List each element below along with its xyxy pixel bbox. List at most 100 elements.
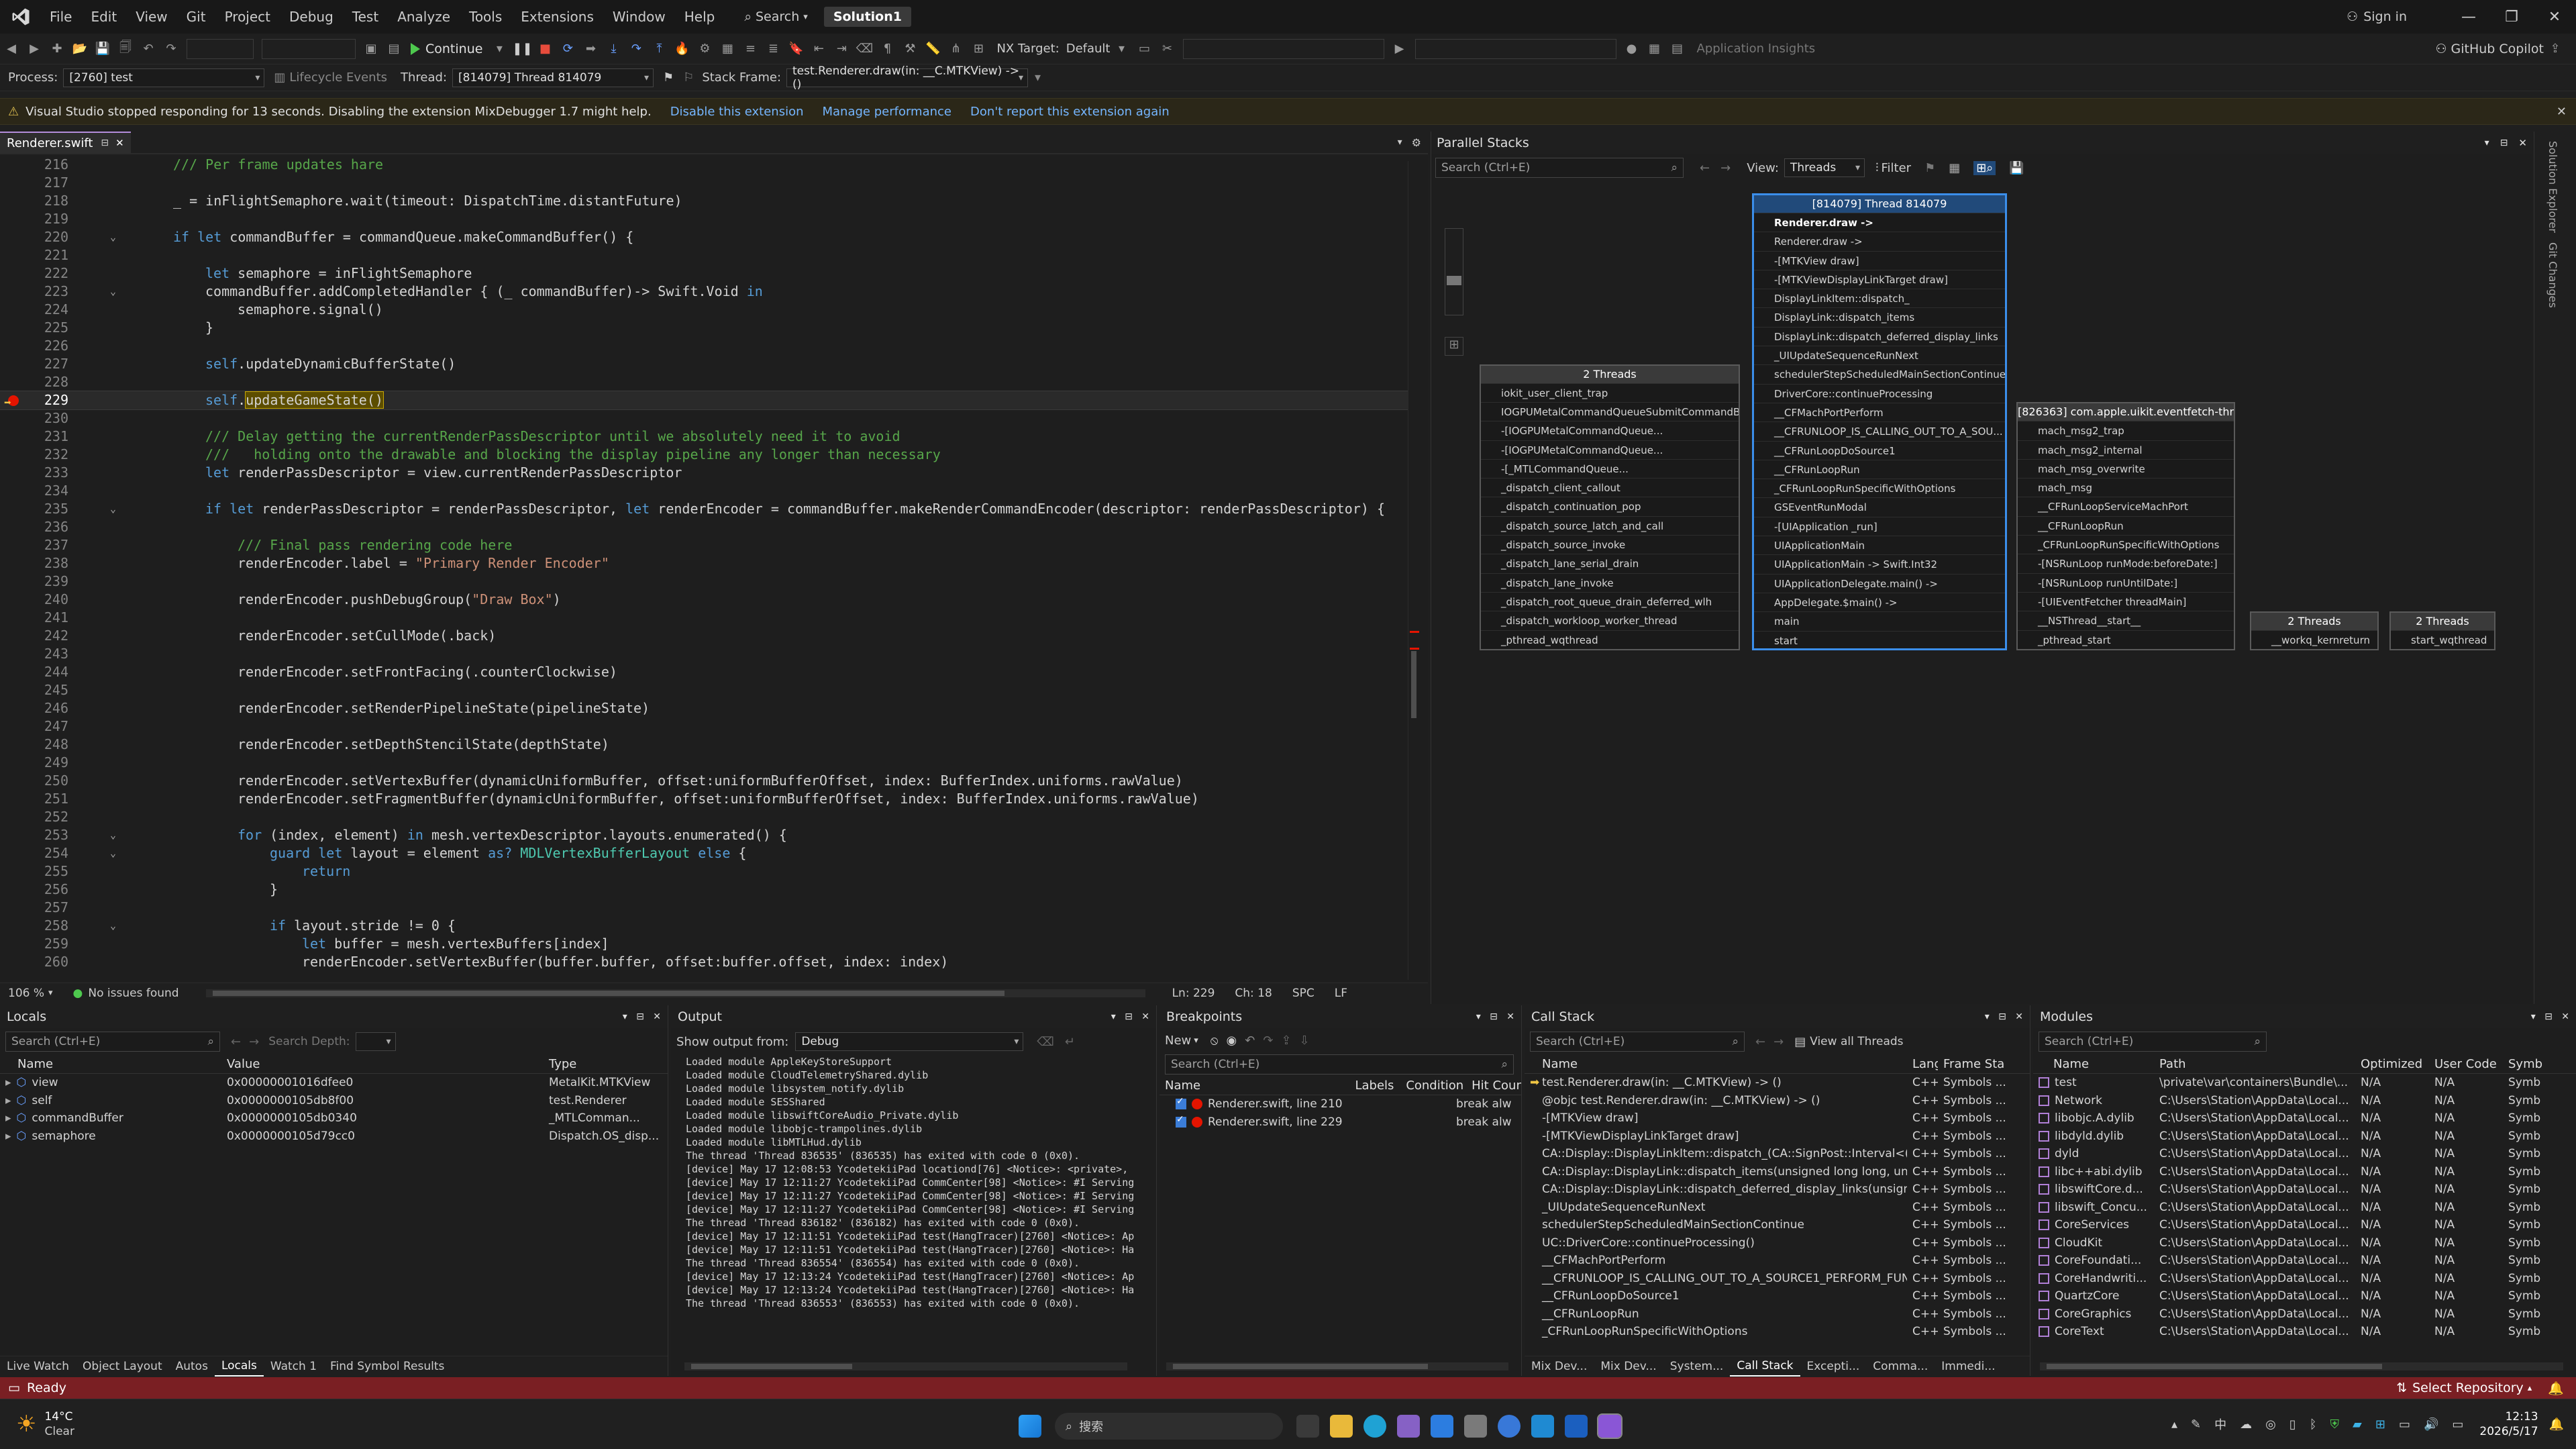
- code-line[interactable]: 218 _ = inFlightSemaphore.wait(timeout: D…: [0, 192, 1409, 210]
- back-icon[interactable]: ←: [1755, 1035, 1765, 1049]
- stack-node-main[interactable]: [814079] Thread 814079 Renderer.draw -> Re…: [1752, 193, 2007, 650]
- modules-h-scrollbar[interactable]: [2040, 1362, 2563, 1370]
- code-line[interactable]: 225}: [0, 319, 1409, 337]
- code-line[interactable]: 240 renderEncoder.pushDebugGroup("Draw Bo…: [0, 591, 1409, 609]
- code-line[interactable]: 242 renderEncoder.setCullMode(.back): [0, 627, 1409, 645]
- code-line[interactable]: 252: [0, 808, 1409, 826]
- volume-icon[interactable]: 🔊: [2424, 1417, 2438, 1432]
- disable-extension-link[interactable]: Disable this extension: [670, 105, 804, 119]
- code-line[interactable]: 244 renderEncoder.setFrontFacing(.counter…: [0, 663, 1409, 681]
- pen-icon[interactable]: ✎: [2191, 1417, 2201, 1432]
- call-stack-row[interactable]: __CFRUNLOOP_IS_CALLING_OUT_TO_A_SOURCE1_…: [1525, 1270, 2030, 1288]
- close-window-button[interactable]: ✕: [2533, 9, 2576, 26]
- pin-icon[interactable]: ⊟: [1125, 1011, 1133, 1022]
- code-line[interactable]: 236: [0, 518, 1409, 536]
- scroll-thumb[interactable]: [2047, 1364, 2382, 1369]
- call-stack-search-input[interactable]: Search (Ctrl+E) ⌕: [1530, 1032, 1745, 1052]
- module-row[interactable]: CoreHandwriti... C:\Users\Station\AppData…: [2033, 1270, 2576, 1288]
- panel-menu-icon[interactable]: ▾: [2485, 138, 2489, 148]
- undo-icon[interactable]: ↶: [141, 42, 156, 56]
- back-icon[interactable]: ←: [231, 1035, 241, 1049]
- menu-analyze[interactable]: Analyze: [388, 0, 460, 34]
- code-line[interactable]: 257: [0, 899, 1409, 917]
- delete-breakpoint-icon[interactable]: ⦸: [1210, 1034, 1219, 1048]
- call-stack-row[interactable]: -[MTKView draw] C++ Symbols ...: [1525, 1109, 2030, 1128]
- forward-icon[interactable]: →: [1773, 1035, 1784, 1049]
- fold-chevron-icon[interactable]: ⌄: [110, 844, 116, 862]
- back-icon[interactable]: ←: [1700, 161, 1710, 175]
- breakpoints-search-input[interactable]: Search (Ctrl+E) ⌕: [1165, 1054, 1514, 1075]
- scroll-thumb[interactable]: [691, 1364, 852, 1369]
- scissor-icon[interactable]: ✂: [1160, 42, 1175, 56]
- taskbar-search[interactable]: ⌕ 搜索: [1055, 1413, 1283, 1440]
- tab-call-stack[interactable]: Call Stack: [1730, 1356, 1800, 1377]
- call-stack-row[interactable]: __CFRunLoopDoSource1 C++ Symbols ...: [1525, 1287, 2030, 1305]
- call-stack-row[interactable]: __CFMachPortPerform C++ Symbols ...: [1525, 1252, 2030, 1270]
- checkbox-checked-icon[interactable]: [1176, 1097, 1186, 1110]
- bluetooth-icon[interactable]: ᛒ: [2310, 1417, 2317, 1432]
- bp-h-scrollbar[interactable]: [1166, 1362, 1508, 1370]
- find-combo[interactable]: [1182, 38, 1384, 59]
- bookmark-icon[interactable]: 🔖: [788, 42, 803, 56]
- code-line[interactable]: 249: [0, 754, 1409, 772]
- module-row[interactable]: QuartzCore C:\Users\Station\AppData\Local…: [2033, 1287, 2576, 1305]
- stack-frame[interactable]: __CFMachPortPerform: [1754, 402, 2005, 421]
- call-stack-row[interactable]: CA::Display::DisplayLink::dispatch_defer…: [1525, 1181, 2030, 1199]
- stack-frame[interactable]: __workq_kernreturn: [2251, 630, 2377, 649]
- flag-thread-icon[interactable]: ⚑: [663, 70, 674, 85]
- pin-icon[interactable]: ⊟: [636, 1011, 644, 1022]
- stack-frame[interactable]: mach_msg: [2018, 478, 2234, 497]
- menu-debug[interactable]: Debug: [280, 0, 343, 34]
- stack-frame[interactable]: DisplayLink::dispatch_items: [1754, 307, 2005, 326]
- weather-icon[interactable]: ☀: [16, 1411, 36, 1438]
- call-stack-row[interactable]: CA::Display::DisplayLink::dispatch_items…: [1525, 1163, 2030, 1181]
- code-line[interactable]: 245: [0, 681, 1409, 699]
- tab-live-watch[interactable]: Live Watch: [0, 1360, 76, 1373]
- minimize-button[interactable]: —: [2447, 9, 2490, 26]
- module-row[interactable]: Network C:\Users\Station\AppData\Local...…: [2033, 1092, 2576, 1110]
- expand-arrow-icon[interactable]: ▸: [5, 1076, 11, 1089]
- close-tab-icon[interactable]: ✕: [115, 137, 124, 149]
- save-image-icon[interactable]: 💾: [2009, 161, 2024, 175]
- share-icon[interactable]: ⇪: [2548, 42, 2563, 56]
- stack-frame[interactable]: -[NSRunLoop runMode:beforeDate:]: [2018, 554, 2234, 572]
- chevron-up-icon[interactable]: ▴: [2528, 1383, 2532, 1393]
- bird-eye-icon[interactable]: ⊞: [1445, 337, 1463, 356]
- stack-frame[interactable]: _pthread_start: [2018, 630, 2234, 649]
- stack-frame[interactable]: mach_msg2_internal: [2018, 440, 2234, 459]
- stack-frame[interactable]: __CFRunLoopServiceMachPort: [2018, 497, 2234, 515]
- stack-frame[interactable]: _dispatch_root_queue_drain_deferred_wlh: [1481, 591, 1739, 611]
- signin-button[interactable]: ⚇ Sign in: [2347, 9, 2407, 24]
- stack-frame[interactable]: -[UIApplication _run]: [1754, 516, 2005, 536]
- chevron-down-icon[interactable]: ▾: [1194, 1036, 1198, 1046]
- clear-bookmarks-icon[interactable]: ⌫: [856, 42, 873, 56]
- nx-dropdown-icon[interactable]: ▾: [1115, 42, 1129, 56]
- tab-mix-dev-[interactable]: Mix Dev...: [1525, 1360, 1594, 1373]
- layout-icon[interactable]: ▦: [720, 42, 735, 56]
- config-combo[interactable]: [187, 38, 254, 59]
- stack-frame[interactable]: __CFRunLoopDoSource1: [1754, 440, 2005, 460]
- tab-comma-[interactable]: Comma...: [1866, 1360, 1935, 1373]
- solution-explorer-tab[interactable]: Solution Explorer: [2546, 141, 2559, 233]
- expand-arrow-icon[interactable]: ▸: [5, 1111, 11, 1125]
- restore-button[interactable]: ❐: [2490, 9, 2533, 26]
- call-stack-row[interactable]: _CFRunLoopRunSpecificWithOptions C++ Symbo…: [1525, 1323, 2030, 1341]
- stack-frame[interactable]: __CFRunLoopRun: [1754, 459, 2005, 479]
- stack-frame[interactable]: _dispatch_source_invoke: [1481, 535, 1739, 554]
- tab-object-layout[interactable]: Object Layout: [76, 1360, 169, 1373]
- spacing-indicator[interactable]: SPC: [1292, 987, 1315, 1000]
- flag-icon[interactable]: ⚑: [1924, 161, 1935, 175]
- call-stack-row[interactable]: -[MTKViewDisplayLinkTarget draw] C++ Symbo…: [1525, 1128, 2030, 1146]
- code-line[interactable]: 238 renderEncoder.label = "Primary Render…: [0, 554, 1409, 572]
- word-wrap-icon[interactable]: ↵: [1065, 1035, 1075, 1049]
- device-tray-icon[interactable]: ▯: [2289, 1417, 2296, 1432]
- stack-frame[interactable]: __NSThread__start__: [2018, 611, 2234, 630]
- modules-search-input[interactable]: Search (Ctrl+E) ⌕: [2039, 1032, 2267, 1052]
- file-explorer-icon[interactable]: [1330, 1415, 1353, 1438]
- open-file-icon[interactable]: 📂: [72, 42, 87, 56]
- copilot-button[interactable]: ⚇ GitHub Copilot: [2435, 42, 2544, 56]
- stack-frame[interactable]: -[IOGPUMetalCommandQueue...: [1481, 421, 1739, 440]
- code-line[interactable]: 217: [0, 174, 1409, 192]
- weather-widget[interactable]: 14°C Clear: [44, 1409, 74, 1439]
- code-line[interactable]: 256}: [0, 881, 1409, 899]
